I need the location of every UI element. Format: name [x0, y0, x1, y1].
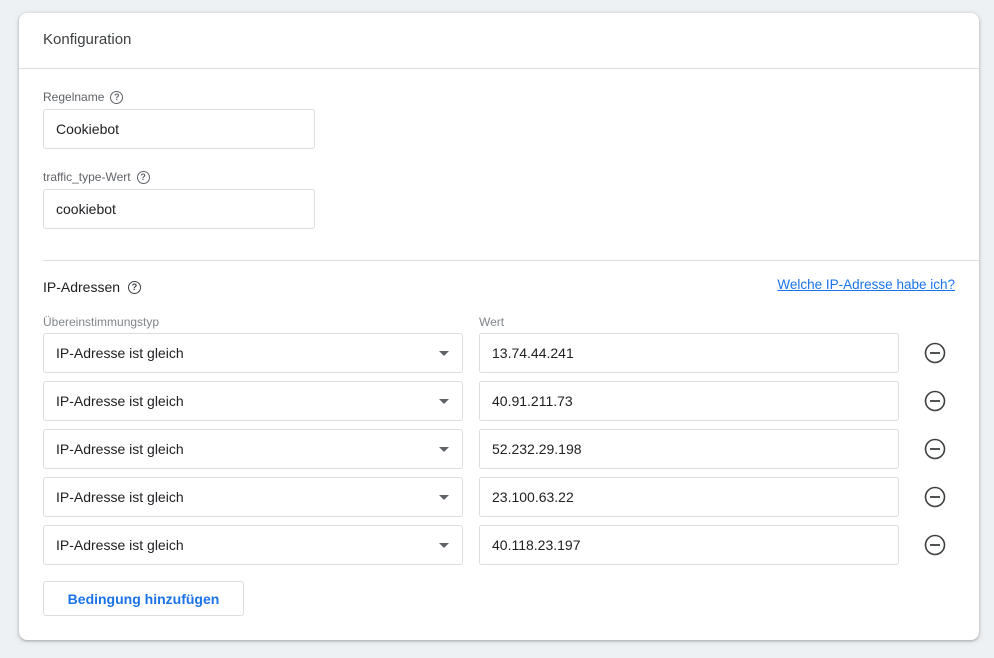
match-type-value: IP-Adresse ist gleich: [56, 345, 184, 361]
help-icon[interactable]: ?: [128, 280, 142, 294]
caret-down-icon: [439, 543, 449, 548]
match-type-select[interactable]: IP-Adresse ist gleich: [43, 477, 463, 517]
match-type-value: IP-Adresse ist gleich: [56, 537, 184, 553]
section-divider: [43, 260, 979, 261]
caret-down-icon: [439, 399, 449, 404]
ip-value-input[interactable]: 23.100.63.22: [479, 477, 899, 517]
remove-circle-icon[interactable]: [924, 534, 946, 556]
traffic-type-label-row: traffic_type-Wert ?: [43, 170, 150, 184]
rule-name-label: Regelname: [43, 90, 105, 104]
ip-value-input[interactable]: 40.118.23.197: [479, 525, 899, 565]
match-type-select[interactable]: IP-Adresse ist gleich: [43, 429, 463, 469]
help-icon[interactable]: ?: [110, 90, 124, 104]
remove-circle-icon[interactable]: [924, 390, 946, 412]
rule-name-value: Cookiebot: [56, 121, 120, 137]
match-type-select[interactable]: IP-Adresse ist gleich: [43, 381, 463, 421]
ip-value: 23.100.63.22: [492, 489, 574, 505]
ip-value-input[interactable]: 13.74.44.241: [479, 333, 899, 373]
match-type-select[interactable]: IP-Adresse ist gleich: [43, 333, 463, 373]
card-title: Konfiguration: [43, 31, 132, 48]
card-header: Konfiguration: [19, 13, 979, 69]
caret-down-icon: [439, 447, 449, 452]
ip-section-title-row: IP-Adressen ?: [43, 279, 142, 295]
ip-value-input[interactable]: 52.232.29.198: [479, 429, 899, 469]
match-type-select[interactable]: IP-Adresse ist gleich: [43, 525, 463, 565]
add-condition-button[interactable]: Bedingung hinzufügen: [43, 581, 244, 616]
ip-value: 40.91.211.73: [492, 393, 573, 409]
ip-value: 40.118.23.197: [492, 537, 581, 553]
configuration-card: Konfiguration Regelname ? Cookiebot traf…: [19, 13, 979, 640]
value-column-label: Wert: [479, 315, 505, 329]
traffic-type-input[interactable]: cookiebot: [43, 189, 315, 229]
caret-down-icon: [439, 351, 449, 356]
which-ip-link[interactable]: Welche IP-Adresse habe ich?: [777, 277, 955, 292]
match-type-column-label: Übereinstimmungstyp: [43, 315, 160, 329]
match-type-value: IP-Adresse ist gleich: [56, 393, 184, 409]
caret-down-icon: [439, 495, 449, 500]
match-type-value: IP-Adresse ist gleich: [56, 489, 184, 505]
remove-circle-icon[interactable]: [924, 486, 946, 508]
traffic-type-value: cookiebot: [56, 201, 116, 217]
ip-value: 13.74.44.241: [492, 345, 574, 361]
rule-name-input[interactable]: Cookiebot: [43, 109, 315, 149]
help-icon[interactable]: ?: [136, 170, 150, 184]
match-type-value: IP-Adresse ist gleich: [56, 441, 184, 457]
remove-circle-icon[interactable]: [924, 438, 946, 460]
ip-section-title: IP-Adressen: [43, 279, 121, 295]
rule-name-label-row: Regelname ?: [43, 90, 124, 104]
ip-value: 52.232.29.198: [492, 441, 582, 457]
traffic-type-label: traffic_type-Wert: [43, 170, 131, 184]
remove-circle-icon[interactable]: [924, 342, 946, 364]
ip-value-input[interactable]: 40.91.211.73: [479, 381, 899, 421]
